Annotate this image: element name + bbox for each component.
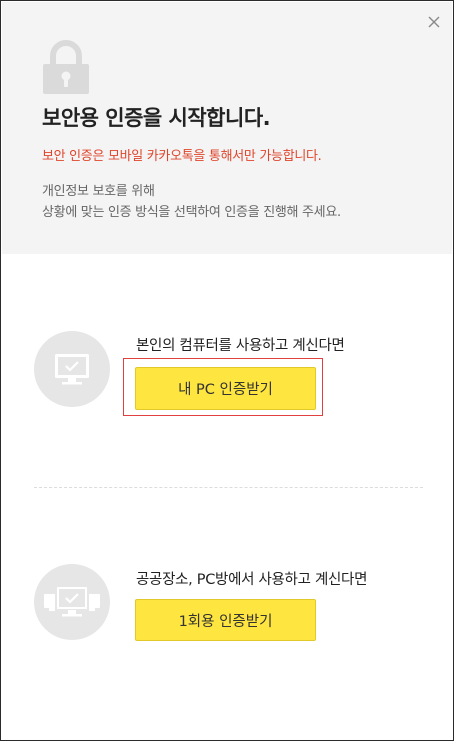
divider (34, 487, 423, 488)
highlight-box (123, 358, 323, 416)
my-pc-description: 본인의 컴퓨터를 사용하고 계신다면 (136, 338, 345, 354)
notice-text: 보안 인증은 모바일 카카오톡을 통해서만 가능합니다. (42, 149, 322, 164)
description-line: 상황에 맞는 인증 방식을 선택하여 인증을 진행해 주세요. (42, 205, 341, 220)
multi-monitor-icon (34, 564, 110, 640)
dialog-header: 보안용 인증을 시작합니다. 보안 인증은 모바일 카카오톡을 통해서만 가능합… (2, 2, 452, 254)
close-icon (428, 16, 440, 28)
lock-icon (41, 40, 91, 94)
one-time-description: 공공장소, PC방에서 사용하고 계신다면 (136, 572, 368, 588)
one-time-auth-button[interactable]: 1회용 인증받기 (135, 599, 316, 641)
monitor-icon (34, 331, 110, 407)
page-title: 보안용 인증을 시작합니다. (42, 106, 271, 130)
description-line: 개인정보 보호를 위해 (42, 184, 155, 199)
auth-dialog: 보안용 인증을 시작합니다. 보안 인증은 모바일 카카오톡을 통해서만 가능합… (0, 0, 454, 741)
description-text: 개인정보 보호를 위해 상황에 맞는 인증 방식을 선택하여 인증을 진행해 주… (42, 181, 341, 223)
close-button[interactable] (425, 13, 443, 31)
